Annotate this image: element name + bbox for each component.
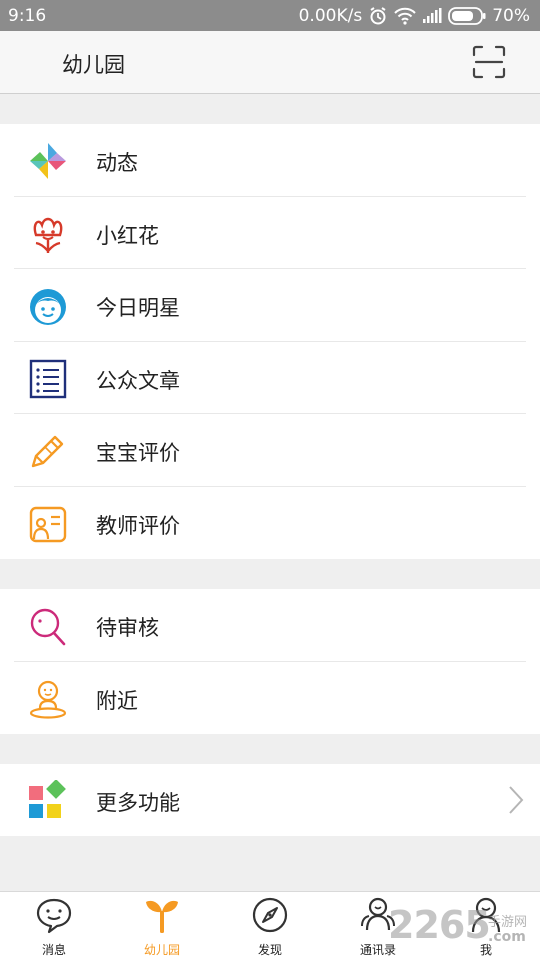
- battery-icon: [448, 7, 486, 25]
- tab-label: 发现: [257, 943, 282, 957]
- menu-item-label: 宝宝评价: [96, 441, 180, 465]
- status-time: 9:16: [8, 6, 47, 26]
- sprout-icon: [143, 896, 181, 934]
- watermark-number: 2265: [388, 903, 491, 947]
- app-header: 幼儿园: [0, 31, 540, 94]
- pencil-icon: [27, 430, 69, 472]
- menu-item-jiaoshipingjia[interactable]: 教师评价: [0, 487, 540, 560]
- wifi-icon: [394, 7, 416, 25]
- status-right-group: 0.00K/s 70%: [299, 6, 530, 26]
- menu-group-secondary: 待审核 附近: [0, 589, 540, 734]
- watermark: 2265 手游网 .com: [388, 903, 538, 955]
- boy-face-icon: [27, 285, 69, 327]
- battery-percent: 70%: [492, 6, 530, 26]
- menu-item-label: 小红花: [96, 223, 159, 248]
- signal-icon: [422, 8, 442, 24]
- tab-label: 消息: [41, 943, 66, 957]
- location-person-icon: [27, 678, 69, 720]
- pinwheel-icon: [27, 140, 69, 182]
- menu-item-label: 今日明星: [96, 296, 180, 320]
- article-list-icon: [27, 358, 69, 400]
- tab-label: 幼儿园: [143, 943, 180, 957]
- menu-item-label: 公众文章: [96, 368, 180, 393]
- menu-item-label: 更多功能: [96, 791, 180, 815]
- compass-icon: [251, 896, 289, 934]
- more-blocks-icon: [27, 779, 69, 822]
- menu-item-label: 教师评价: [96, 513, 180, 538]
- menu-item-label: 待审核: [96, 616, 159, 640]
- chevron-right-icon: [506, 784, 526, 816]
- alarm-icon: [368, 6, 388, 26]
- menu-item-gongzhongwenzhang[interactable]: 公众文章: [0, 342, 540, 414]
- menu-item-label: 附近: [96, 688, 138, 713]
- menu-item-gengduogongneng[interactable]: 更多功能: [0, 764, 540, 837]
- status-bar: 9:16 0.00K/s 70%: [0, 0, 540, 31]
- chat-bubble-icon: [35, 896, 73, 934]
- page-title: 幼儿园: [62, 53, 125, 77]
- tab-messages[interactable]: 消息: [0, 892, 108, 960]
- watermark-line1: 手游网: [488, 915, 528, 930]
- tab-discover[interactable]: 发现: [216, 892, 324, 960]
- menu-item-baobaopingjia[interactable]: 宝宝评价: [0, 414, 540, 487]
- network-speed: 0.00K/s: [298, 6, 363, 26]
- flower-icon: [27, 213, 69, 255]
- magnifier-icon: [27, 605, 69, 647]
- menu-item-fujin[interactable]: 附近: [0, 662, 540, 735]
- menu-group-more: 更多功能: [0, 764, 540, 836]
- menu-item-dongtai[interactable]: 动态: [0, 124, 540, 197]
- menu-item-daishenhe[interactable]: 待审核: [0, 589, 540, 662]
- teacher-board-icon: [27, 503, 69, 545]
- menu-group-main: 动态 小红花 今日明星 公众文章 宝宝评价 教师评价: [0, 124, 540, 559]
- tab-kindergarten[interactable]: 幼儿园: [108, 892, 216, 960]
- menu-item-label: 动态: [96, 151, 138, 175]
- scan-icon[interactable]: [470, 43, 508, 81]
- menu-item-xiaohonghua[interactable]: 小红花: [0, 197, 540, 269]
- menu-item-jinrimingxing[interactable]: 今日明星: [0, 269, 540, 342]
- watermark-line2: .com: [488, 929, 526, 945]
